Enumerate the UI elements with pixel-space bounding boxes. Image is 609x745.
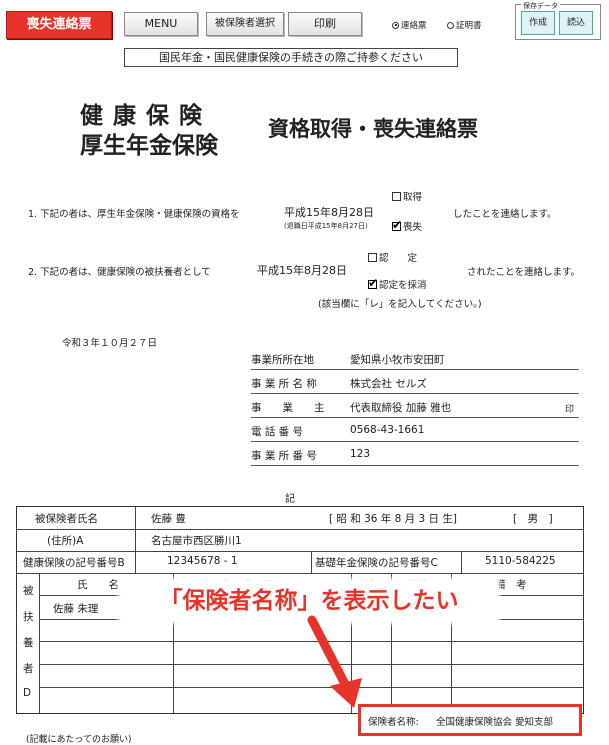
employer-value: 代表取締役 加藤 雅也: [350, 402, 452, 414]
insurer-value: 全国健康保険協会 愛知支部: [436, 717, 554, 728]
insured-name-label: 被保険者氏名: [35, 513, 98, 525]
footer-note: (記載にあたってのお願い): [26, 735, 132, 745]
col-name: 氏 名: [77, 579, 119, 591]
load-button[interactable]: 読込: [559, 11, 593, 35]
health-number-label: 健康保険の記号番号B: [23, 557, 125, 569]
phone-label: 電 話 番 号: [251, 426, 304, 438]
cancel-label: 認定を採消: [379, 280, 427, 291]
office-number-label: 事 業 所 番 号: [251, 450, 317, 462]
item1-date: 平成15年8月28日: [284, 206, 374, 219]
item2-text: 2. 下記の者は、健康保険の被扶養者として: [28, 267, 211, 278]
ki-mark: 記: [285, 494, 295, 505]
dependents-side-2: 扶: [23, 611, 34, 623]
health-number-value[interactable]: 12345678 - 1: [167, 555, 238, 567]
dependents-side-4: 者: [23, 663, 34, 675]
item1-text: 1. 下記の者は、厚生年金保険・健康保険の資格を: [28, 209, 240, 220]
radio-certificate[interactable]: 証明書: [447, 19, 482, 31]
dependents-side-5: D: [23, 687, 32, 699]
dependent-name[interactable]: 佐藤 朱理: [53, 601, 98, 616]
address-value[interactable]: 名古屋市西区勝川1: [151, 533, 242, 548]
heading-pension-insurance: 厚生年金保険: [80, 133, 218, 159]
dependents-side-1: 被: [23, 585, 34, 597]
col-remarks: 備 考: [495, 579, 527, 591]
radio-notice[interactable]: 連絡票: [392, 19, 427, 31]
issue-date: 令和３年１０月２７日: [62, 338, 158, 349]
office-name-value: 株式会社 セルズ: [350, 378, 427, 390]
address-label: (住所)A: [47, 535, 84, 547]
pension-number-label: 基礎年金保険の記号番号C: [315, 557, 438, 569]
office-address-value: 愛知県小牧市安田町: [350, 354, 445, 366]
lose-label: 喪失: [403, 222, 423, 233]
select-insured-button[interactable]: 被保険者選択: [206, 12, 284, 36]
item1-tail: したことを連絡します。: [453, 209, 557, 220]
checkbox-checked-icon[interactable]: [392, 218, 402, 232]
checkbox-icon[interactable]: [392, 192, 401, 201]
create-button[interactable]: 作成: [521, 11, 555, 35]
print-button[interactable]: 印刷: [288, 12, 362, 36]
insured-birth: [ 昭 和 36 年 8 月 3 日 生]: [329, 513, 457, 525]
radio-notice-label: 連絡票: [401, 21, 427, 31]
office-name-label: 事 業 所 名 称: [251, 378, 317, 390]
item1-lose-option[interactable]: 喪失: [392, 218, 423, 233]
certify-label: 認 定: [379, 253, 418, 264]
radio-unselected-icon: [447, 21, 454, 29]
item2-tail: されたことを連絡します。: [467, 267, 581, 278]
office-row: 事 業 所 名 称 株式会社 セルズ: [251, 372, 579, 394]
item2-date: 平成15年8月28日: [257, 264, 347, 277]
insured-name[interactable]: 佐藤 豊: [151, 511, 186, 526]
notice-banner: 国民年金・国民健康保険の手続きの際ご持参ください: [124, 48, 458, 67]
employer-label: 事 業 主: [251, 402, 325, 414]
item1-retire-note: (退職日平成15年8月27日): [284, 222, 368, 230]
acquire-label: 取得: [403, 192, 423, 203]
item1-acquire-option[interactable]: 取得: [392, 189, 422, 203]
office-row: 事業所所在地 愛知県小牧市安田町: [251, 348, 579, 370]
radio-selected-icon: [392, 21, 399, 29]
heading-subtitle: 資格取得・喪失連絡票: [268, 117, 478, 141]
item2-certify-option[interactable]: 認 定: [368, 250, 417, 264]
seal-mark: 印: [565, 405, 575, 415]
office-row: 事 業 所 番 号 123: [251, 444, 579, 466]
save-data-label: 保存データ: [521, 1, 560, 11]
item2-note: (該当欄に「レ」を記入してください。): [318, 299, 482, 310]
radio-cert-label: 証明書: [456, 21, 482, 31]
office-address-label: 事業所所在地: [251, 354, 314, 366]
callout-arrow-icon: [307, 615, 362, 708]
loss-notice-button[interactable]: 喪失連絡票: [6, 11, 112, 39]
dependents-side-3: 養: [23, 637, 34, 649]
heading-health-insurance: 健 康 保 険: [80, 103, 204, 129]
insurer-label: 保険者名称:: [368, 717, 419, 728]
pension-number-value[interactable]: 5110-584225: [485, 555, 556, 567]
office-number-value: 123: [350, 448, 371, 460]
checkbox-icon[interactable]: [368, 253, 377, 262]
office-row: 電 話 番 号 0568-43-1661: [251, 420, 579, 442]
item2-cancel-option[interactable]: 認定を採消: [368, 276, 427, 291]
office-row: 事 業 主 代表取締役 加藤 雅也: [251, 396, 579, 418]
menu-button[interactable]: MENU: [124, 12, 198, 36]
insured-gender: [ 男 ]: [513, 513, 553, 525]
phone-value: 0568-43-1661: [350, 424, 425, 436]
checkbox-checked-icon[interactable]: [368, 276, 378, 290]
